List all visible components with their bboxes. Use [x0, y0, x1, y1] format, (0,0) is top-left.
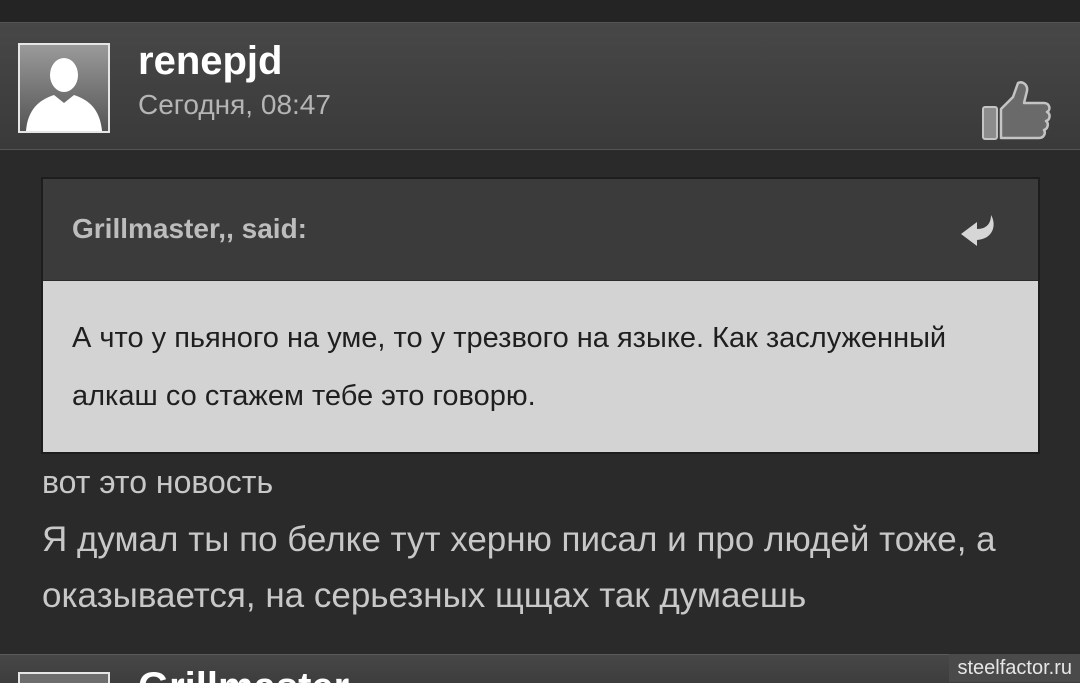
post-author-name[interactable]: renepjd [138, 39, 282, 84]
message-line-2: Я думал ты по белке тут херню писал и пр… [42, 520, 996, 615]
default-user-silhouette-icon [20, 45, 108, 131]
post-header: renepjd Сегодня, 08:47 [0, 22, 1080, 150]
quote-text: А что у пьяного на уме, то у трезвого на… [72, 322, 947, 412]
next-post-avatar[interactable] [18, 672, 110, 683]
top-strip [0, 0, 1080, 22]
quote-header: Grillmaster,, said: [43, 179, 1038, 281]
next-post-header: Grillmaster [0, 654, 1080, 683]
like-button[interactable] [980, 79, 1054, 143]
post-message: вот это новость Я думал ты по белке тут … [42, 458, 1042, 624]
thumbs-up-icon [982, 81, 1051, 140]
user-avatar[interactable] [18, 43, 110, 133]
post-timestamp[interactable]: Сегодня, 08:47 [138, 89, 331, 121]
site-watermark: steelfactor.ru [949, 654, 1080, 682]
next-post-author-name[interactable]: Grillmaster [138, 665, 349, 683]
jump-to-quote-arrow-icon [961, 215, 994, 246]
message-line-1: вот это новость [42, 464, 274, 500]
jump-to-quote-button[interactable] [955, 213, 1001, 247]
quote-author-label[interactable]: Grillmaster,, said: [72, 213, 307, 245]
quote-block: Grillmaster,, said: А что у пьяного на у… [41, 177, 1040, 454]
